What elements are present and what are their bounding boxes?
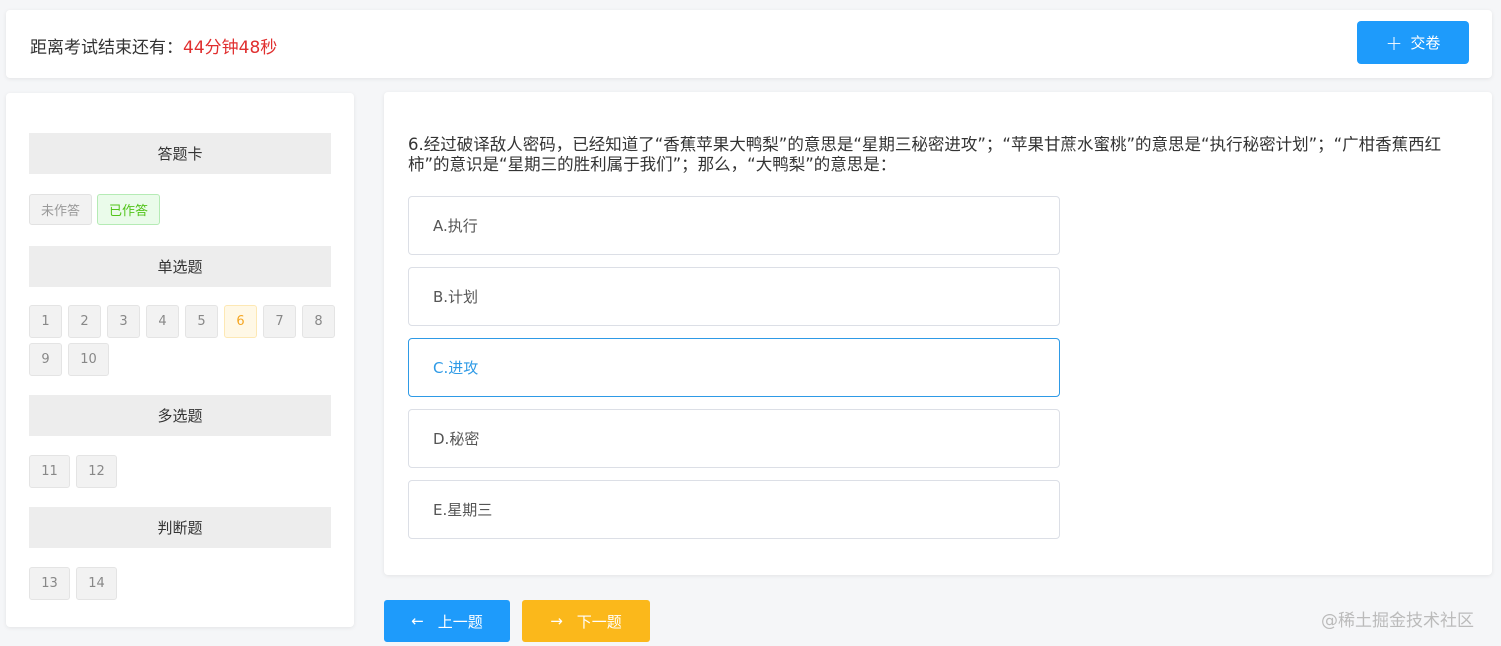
- countdown-timer: 距离考试结束还有：44分钟48秒: [30, 33, 277, 58]
- arrow-right-icon: →: [550, 612, 563, 630]
- question-number[interactable]: 4: [146, 305, 179, 338]
- legend-unanswered: 未作答: [29, 194, 93, 225]
- option-a[interactable]: A.执行: [408, 196, 1060, 255]
- legend-answered: 已作答: [97, 194, 161, 225]
- multiple-choice-grid: 11 12: [29, 455, 339, 488]
- question-number[interactable]: 1: [29, 305, 62, 338]
- question-number[interactable]: 3: [107, 305, 140, 338]
- question-number[interactable]: 13: [29, 567, 70, 600]
- question-number-current[interactable]: 6: [224, 305, 257, 338]
- answer-card-title: 答题卡: [29, 133, 331, 174]
- prev-question-button[interactable]: ← 上一题: [384, 600, 510, 642]
- section-single-choice-title: 单选题: [29, 246, 331, 287]
- question-number[interactable]: 11: [29, 455, 70, 488]
- next-label: 下一题: [576, 612, 622, 631]
- prev-label: 上一题: [437, 612, 483, 631]
- single-choice-grid: 1 2 3 4 5 6 7 8 9 10: [29, 305, 339, 376]
- question-number[interactable]: 14: [76, 567, 117, 600]
- question-number[interactable]: 9: [29, 343, 62, 376]
- question-text: 6.经过破译敌人密码，已经知道了“香蕉苹果大鸭梨”的意思是“星期三秘密进攻”；“…: [408, 135, 1442, 174]
- timer-label: 距离考试结束还有：: [30, 38, 183, 58]
- submit-exam-button[interactable]: + 交卷: [1357, 21, 1469, 64]
- answer-card-panel: 答题卡 未作答 已作答 单选题 1 2 3 4 5 6 7 8 9 10 多选题…: [6, 93, 354, 627]
- section-multiple-choice-title: 多选题: [29, 395, 331, 436]
- arrow-left-icon: ←: [411, 612, 424, 630]
- timer-value: 44分钟48秒: [183, 38, 278, 58]
- option-c-selected[interactable]: C.进攻: [408, 338, 1060, 397]
- question-number[interactable]: 10: [68, 343, 109, 376]
- option-b[interactable]: B.计划: [408, 267, 1060, 326]
- plus-icon: +: [1385, 30, 1403, 55]
- submit-label: 交卷: [1410, 34, 1441, 52]
- question-number[interactable]: 12: [76, 455, 117, 488]
- option-e[interactable]: E.星期三: [408, 480, 1060, 539]
- question-number[interactable]: 8: [302, 305, 335, 338]
- question-number[interactable]: 2: [68, 305, 101, 338]
- question-panel: 6.经过破译敌人密码，已经知道了“香蕉苹果大鸭梨”的意思是“星期三秘密进攻”；“…: [384, 92, 1492, 575]
- exam-header: 距离考试结束还有：44分钟48秒 + 交卷: [6, 10, 1492, 78]
- section-true-false-title: 判断题: [29, 507, 331, 548]
- answer-legend: 未作答 已作答: [29, 194, 161, 225]
- question-number[interactable]: 5: [185, 305, 218, 338]
- true-false-grid: 13 14: [29, 567, 339, 600]
- next-question-button[interactable]: → 下一题: [522, 600, 650, 642]
- question-number[interactable]: 7: [263, 305, 296, 338]
- option-d[interactable]: D.秘密: [408, 409, 1060, 468]
- watermark: @稀土掘金技术社区: [1321, 611, 1474, 631]
